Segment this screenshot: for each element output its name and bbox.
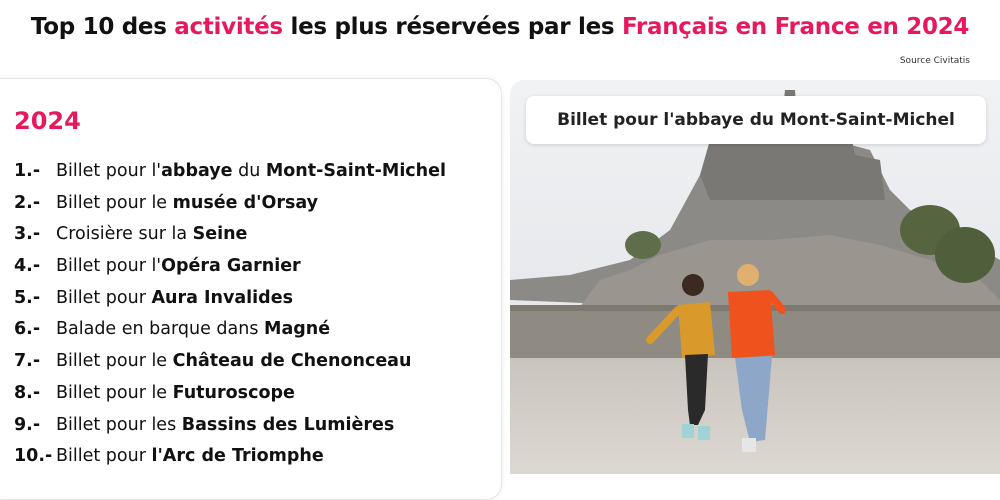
ranking-label: Billet pour le Futuroscope — [56, 378, 295, 410]
ranking-label-bold: Futuroscope — [172, 382, 295, 403]
ranking-label-text: Billet pour — [56, 446, 152, 467]
year-heading: 2024 — [14, 107, 81, 135]
ranking-label: Billet pour le Château de Chenonceau — [56, 346, 411, 378]
ranking-label: Billet pour l'abbaye du Mont-Saint-Miche… — [56, 156, 446, 188]
ranking-label-bold: Bassins des Lumières — [181, 414, 395, 435]
ranking-item: 5.- Billet pour Aura Invalides — [14, 283, 446, 315]
ranking-list: 1.- Billet pour l'abbaye du Mont-Saint-Mi… — [14, 156, 446, 473]
ranking-number: 1.- — [14, 161, 41, 181]
ranking-number: 6.- — [14, 319, 41, 340]
ranking-label: Billet pour Aura Invalides — [56, 283, 293, 315]
ranking-label: Billet pour le musée d'Orsay — [56, 188, 318, 220]
ranking-item: 6.- Balade en barque dans Magné — [14, 314, 446, 346]
source-note: Source Civitatis — [899, 56, 970, 66]
ranking-label-bold: abbaye — [161, 161, 233, 181]
ranking-label-bold: Mont-Saint-Michel — [265, 161, 447, 181]
ranking-number: 4.- — [14, 256, 41, 277]
ranking-item: 2.- Billet pour le musée d'Orsay — [14, 188, 446, 220]
ranking-item: 8.- Billet pour le Futuroscope — [14, 378, 446, 410]
ranking-label-text: Billet pour l' — [56, 256, 162, 277]
ranking-label-text: Balade en barque dans — [56, 319, 265, 340]
ranking-number: 3.- — [14, 224, 41, 245]
ranking-number: 5.- — [14, 287, 41, 308]
ranking-label-text: Billet pour les — [56, 414, 182, 435]
ranking-label: Billet pour l'Arc de Triomphe — [56, 441, 324, 473]
ranking-label-bold: Seine — [192, 224, 248, 245]
ranking-item: 3.- Croisière sur la Seine — [14, 219, 446, 251]
ranking-item: 4.- Billet pour l'Opéra Garnier — [14, 251, 446, 283]
ranking-item: 10.- Billet pour l'Arc de Triomphe — [14, 441, 446, 473]
ranking-label-bold: Opéra Garnier — [161, 256, 301, 277]
ranking-label: Billet pour l'Opéra Garnier — [56, 251, 301, 283]
ranking-label-bold: l'Arc de Triomphe — [151, 446, 324, 467]
page-title: Top 10 des activités les plus réservées … — [0, 14, 1000, 40]
ranking-label-text: Croisière sur la — [56, 224, 193, 245]
ranking-label-text: du — [232, 161, 266, 181]
ranking-label-text: Billet pour l' — [56, 161, 162, 181]
ranking-item: 9.- Billet pour les Bassins des Lumières — [14, 410, 446, 442]
photo-caption: Billet pour l'abbaye du Mont-Saint-Miche… — [526, 96, 986, 144]
ranking-label-bold: Magné — [264, 319, 331, 340]
ranking-number: 8.- — [14, 382, 41, 403]
ranking-label-bold: Château de Chenonceau — [172, 351, 412, 372]
ranking-number: 10.- — [14, 446, 53, 467]
title-highlight-activites: activités — [174, 14, 283, 40]
ranking-label-bold: Aura Invalides — [151, 287, 293, 308]
ranking-label: Croisière sur la Seine — [56, 219, 247, 251]
ranking-label: Billet pour les Bassins des Lumières — [56, 410, 394, 442]
ranking-label-text: Billet pour le — [56, 351, 173, 372]
title-part-1: Top 10 des — [30, 14, 175, 40]
ranking-label-text: Billet pour le — [56, 192, 173, 213]
title-highlight-francais: Français en France en 2024 — [621, 14, 970, 40]
ranking-number: 7.- — [14, 351, 41, 372]
ranking-number: 2.- — [14, 192, 41, 213]
ranking-label-bold: musée d'Orsay — [172, 192, 319, 213]
ranking-label: Balade en barque dans Magné — [56, 314, 330, 346]
title-part-3: les plus réservées par les — [282, 14, 622, 40]
ranking-number: 9.- — [14, 414, 41, 435]
ranking-label-text: Billet pour le — [56, 382, 173, 403]
ranking-item: 7.- Billet pour le Château de Chenonceau — [14, 346, 446, 378]
ranking-label-text: Billet pour — [56, 287, 152, 308]
ranking-item: 1.- Billet pour l'abbaye du Mont-Saint-Mi… — [14, 156, 446, 188]
